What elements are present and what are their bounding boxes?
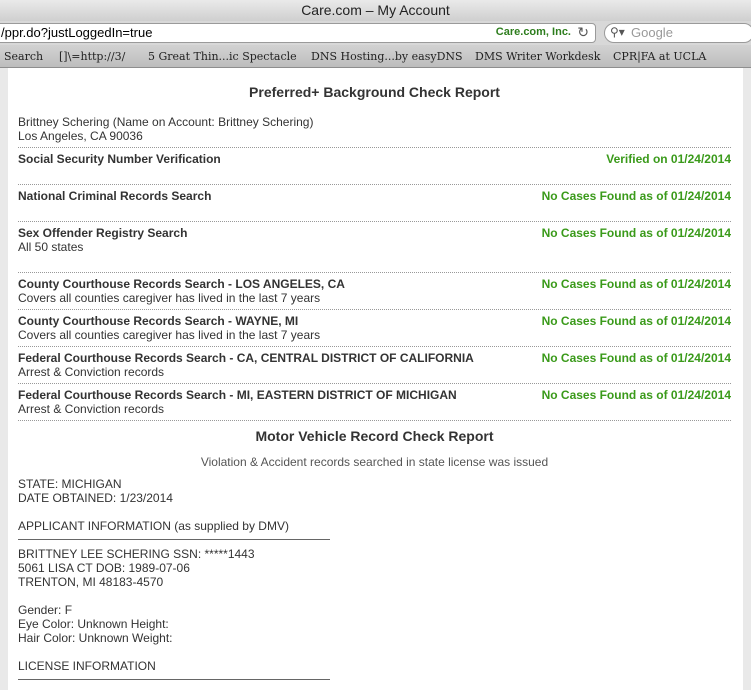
divider bbox=[18, 272, 731, 273]
divider bbox=[18, 147, 731, 148]
check-status: No Cases Found as of 01/24/2014 bbox=[541, 277, 731, 291]
rule bbox=[18, 539, 330, 540]
rule bbox=[18, 679, 330, 680]
check-subtitle: Covers all counties caregiver has lived … bbox=[18, 328, 321, 342]
bookmark-spectacle[interactable]: 5 Great Thin...ic Spectacle bbox=[148, 50, 297, 63]
check-status: No Cases Found as of 01/24/2014 bbox=[541, 351, 731, 365]
search-icon[interactable]: ⚲▾ bbox=[610, 25, 625, 39]
check-subtitle: Covers all counties caregiver has lived … bbox=[18, 291, 321, 305]
mvr-state: STATE: MICHIGAN bbox=[18, 477, 122, 491]
browser-toolbar: /ppr.do?justLoggedIn=true Care.com, Inc.… bbox=[0, 21, 751, 45]
bookmark-dns-hosting[interactable]: DNS Hosting...by easyDNS bbox=[311, 50, 463, 63]
mvr-note: Violation & Accident records searched in… bbox=[200, 455, 549, 469]
check-title: Federal Courthouse Records Search - CA, … bbox=[18, 351, 474, 365]
divider bbox=[18, 184, 731, 185]
check-status: No Cases Found as of 01/24/2014 bbox=[541, 226, 731, 240]
applicant-line: TRENTON, MI 48183-4570 bbox=[18, 575, 164, 589]
name-line: Brittney Schering (Name on Account: Brit… bbox=[18, 115, 314, 129]
eye-line: Eye Color: Unknown Height: bbox=[18, 617, 169, 631]
search-field[interactable]: ⚲▾ Google bbox=[604, 23, 751, 43]
bookmark-dms-writer[interactable]: DMS Writer Workdesk bbox=[475, 50, 600, 63]
bookmark-link[interactable]: []\=http://3/ bbox=[59, 50, 125, 63]
check-subtitle: All 50 states bbox=[18, 240, 84, 254]
mvr-date: DATE OBTAINED: 1/23/2014 bbox=[18, 491, 173, 505]
check-subtitle: Arrest & Conviction records bbox=[18, 365, 165, 379]
check-status: Verified on 01/24/2014 bbox=[606, 152, 731, 166]
check-status: No Cases Found as of 01/24/2014 bbox=[541, 189, 731, 203]
applicant-line: 5061 LISA CT DOB: 1989-07-06 bbox=[18, 561, 190, 575]
report-title: Preferred+ Background Check Report bbox=[249, 84, 500, 100]
hair-line: Hair Color: Unknown Weight: bbox=[18, 631, 173, 645]
applicant-line: BRITTNEY LEE SCHERING SSN: *****1443 bbox=[18, 547, 255, 561]
url-text: /ppr.do?justLoggedIn=true bbox=[1, 25, 153, 40]
certificate-label[interactable]: Care.com, Inc. bbox=[496, 26, 571, 38]
page-content: Preferred+ Background Check Report Britt… bbox=[8, 68, 743, 690]
license-header: LICENSE INFORMATION bbox=[18, 659, 156, 673]
gender-line: Gender: F bbox=[18, 603, 73, 617]
divider bbox=[18, 346, 731, 347]
check-title: Social Security Number Verification bbox=[18, 152, 221, 166]
check-title: County Courthouse Records Search - LOS A… bbox=[18, 277, 345, 291]
check-title: County Courthouse Records Search - WAYNE… bbox=[18, 314, 299, 328]
address-bar[interactable]: /ppr.do?justLoggedIn=true Care.com, Inc.… bbox=[0, 23, 596, 43]
bookmark-search[interactable]: Search bbox=[4, 50, 43, 63]
divider bbox=[18, 221, 731, 222]
search-placeholder: Google bbox=[631, 25, 673, 40]
check-title: Federal Courthouse Records Search - MI, … bbox=[18, 388, 457, 402]
bookmarks-bar: Search []\=http://3/ 5 Great Thin...ic S… bbox=[0, 45, 751, 68]
window-title: Care.com – My Account bbox=[0, 0, 751, 22]
check-title: Sex Offender Registry Search bbox=[18, 226, 188, 240]
mvr-title: Motor Vehicle Record Check Report bbox=[255, 428, 494, 444]
check-status: No Cases Found as of 01/24/2014 bbox=[541, 314, 731, 328]
reload-icon[interactable]: ↻ bbox=[577, 24, 589, 41]
bookmark-cpr-ucla[interactable]: CPR|FA at UCLA bbox=[613, 50, 706, 63]
location-line: Los Angeles, CA 90036 bbox=[18, 129, 143, 143]
divider bbox=[18, 383, 731, 384]
applicant-header: APPLICANT INFORMATION (as supplied by DM… bbox=[18, 519, 289, 533]
divider bbox=[18, 309, 731, 310]
check-title: National Criminal Records Search bbox=[18, 189, 212, 203]
check-subtitle: Arrest & Conviction records bbox=[18, 402, 165, 416]
check-status: No Cases Found as of 01/24/2014 bbox=[541, 388, 731, 402]
divider bbox=[18, 420, 731, 421]
